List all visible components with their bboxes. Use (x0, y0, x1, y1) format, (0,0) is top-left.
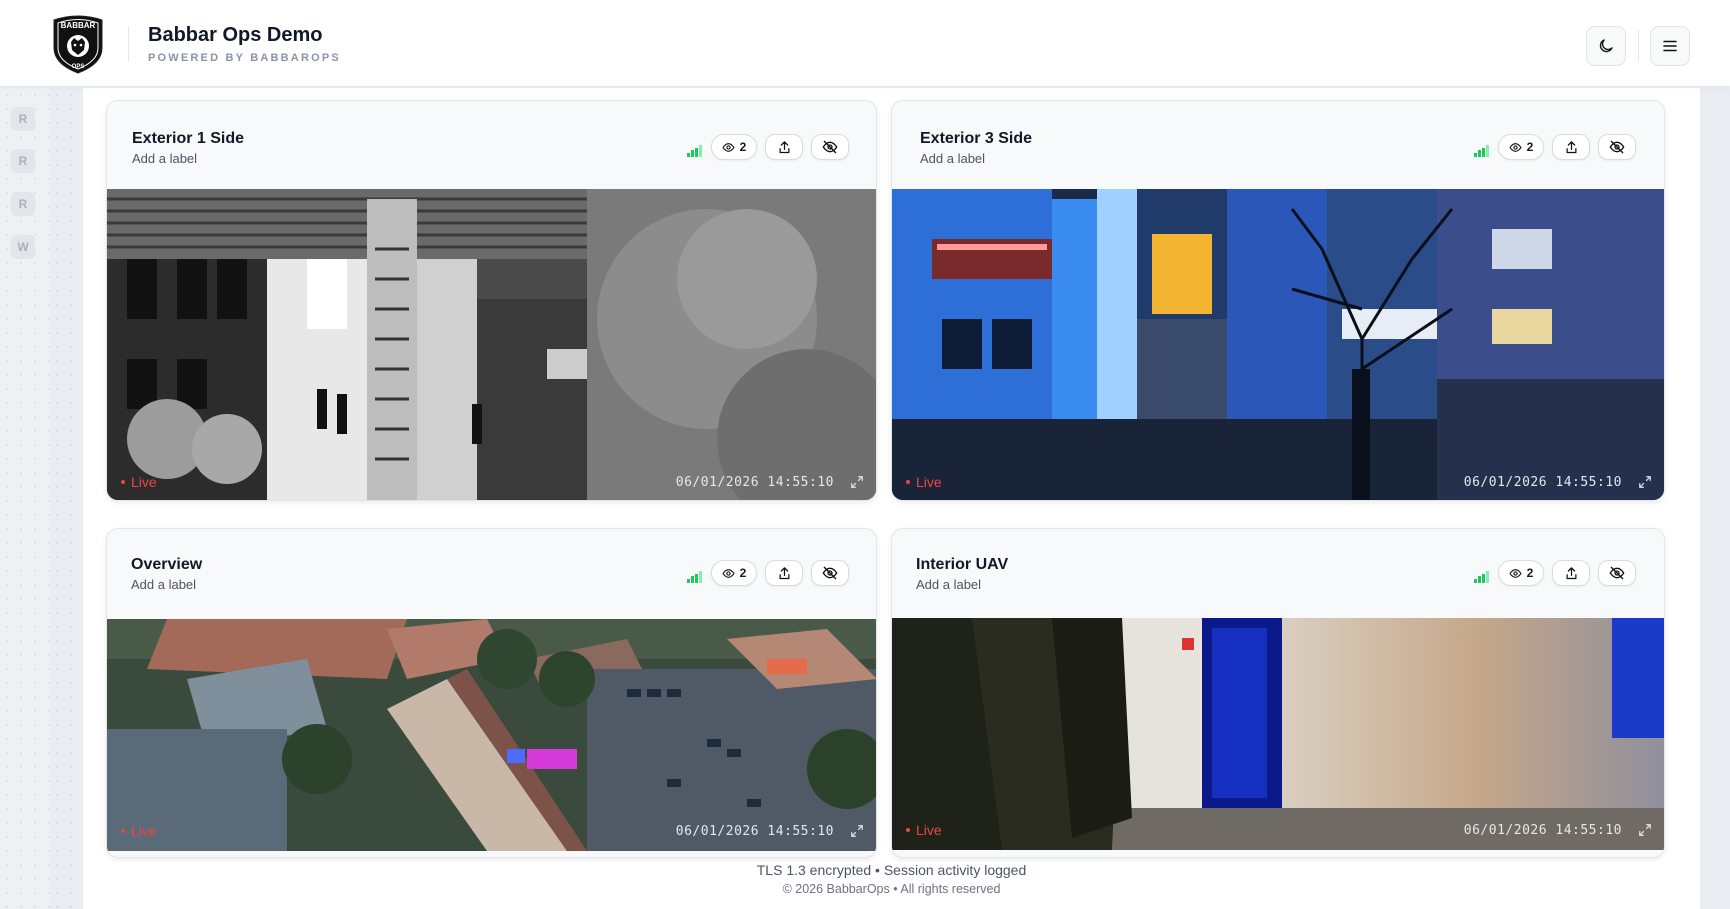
live-dot-icon (906, 480, 910, 484)
feed-label[interactable]: Add a label (920, 151, 985, 166)
eye-off-icon (822, 140, 838, 154)
night-building-scene-image (892, 189, 1664, 500)
share-button[interactable] (1552, 560, 1590, 586)
eye-icon (722, 568, 735, 578)
feed-label[interactable]: Add a label (131, 577, 196, 592)
left-rail: R R R W (0, 88, 50, 909)
eye-off-icon (1609, 140, 1625, 154)
viewers-count-button[interactable]: 2 (1498, 560, 1544, 586)
viewers-count-button[interactable]: 2 (711, 134, 757, 160)
feed-label[interactable]: Add a label (132, 151, 197, 166)
share-button[interactable] (765, 134, 803, 160)
share-button[interactable] (1552, 134, 1590, 160)
signal-strength-icon (1474, 571, 1489, 583)
signal-strength-icon (687, 145, 702, 157)
feed-card-header: Exterior 3 Side Add a label 2 (892, 101, 1664, 189)
feed-label[interactable]: Add a label (916, 577, 981, 592)
interior-scene-image (892, 618, 1664, 850)
aerial-scene-image (107, 619, 876, 851)
feed-timestamp: 06/01/2026 14:55:10 (1463, 475, 1622, 490)
feed-grid: Exterior 1 Side Add a label 2 Live 06/01… (83, 88, 1700, 909)
eye-off-icon (1609, 566, 1625, 580)
svg-text:OPS: OPS (72, 64, 85, 70)
signal-strength-icon (687, 571, 702, 583)
share-icon (779, 140, 789, 153)
eye-icon (1509, 142, 1522, 152)
babbar-ops-logo[interactable]: BABBAR OPS (50, 14, 106, 74)
feed-card-exterior-3: Exterior 3 Side Add a label 2 Live 06/01… (891, 100, 1665, 501)
eye-icon (722, 142, 735, 152)
hide-feed-button[interactable] (811, 560, 849, 586)
viewers-count-button[interactable]: 2 (1498, 134, 1544, 160)
svg-text:BABBAR: BABBAR (61, 21, 96, 30)
rail-item-r2[interactable]: R (11, 149, 35, 173)
feed-card-overview: Overview Add a label 2 Live 06/01/2026 1… (106, 528, 877, 858)
feed-timestamp: 06/01/2026 14:55:10 (675, 475, 834, 490)
share-icon (1566, 140, 1576, 153)
feed-title: Interior UAV (916, 556, 1009, 573)
viewers-count: 2 (739, 140, 747, 154)
feed-card-exterior-1: Exterior 1 Side Add a label 2 Live 06/01… (106, 100, 877, 501)
live-text: Live (916, 474, 942, 490)
live-dot-icon (906, 828, 910, 832)
hamburger-icon (1663, 40, 1677, 52)
rail-item-r1[interactable]: R (11, 107, 35, 131)
share-icon (1566, 566, 1576, 579)
copyright-notice: © 2026 BabbarOps • All rights reserved (782, 882, 1001, 896)
live-text: Live (916, 822, 942, 838)
live-indicator: Live (906, 474, 942, 490)
viewers-count: 2 (1526, 566, 1534, 580)
expand-icon[interactable] (1638, 475, 1652, 489)
theme-toggle-button[interactable] (1586, 26, 1626, 66)
live-indicator: Live (121, 823, 157, 839)
hide-feed-button[interactable] (1598, 134, 1636, 160)
live-dot-icon (121, 480, 125, 484)
share-icon (779, 566, 789, 579)
eye-off-icon (822, 566, 838, 580)
right-gutter (1700, 88, 1730, 909)
signal-strength-icon (1474, 145, 1489, 157)
feed-card-header: Interior UAV Add a label 2 (892, 529, 1664, 617)
feed-timestamp: 06/01/2026 14:55:10 (675, 824, 834, 839)
expand-icon[interactable] (850, 824, 864, 838)
brand-title: Babbar Ops Demo (148, 24, 323, 46)
video-feed[interactable]: Live 06/01/2026 14:55:10 (892, 189, 1664, 500)
moon-icon (1599, 39, 1613, 53)
video-feed[interactable]: Live 06/01/2026 14:55:10 (107, 189, 876, 500)
rail-item-w[interactable]: W (11, 235, 35, 259)
viewers-count: 2 (1526, 140, 1534, 154)
hide-feed-button[interactable] (811, 134, 849, 160)
share-button[interactable] (765, 560, 803, 586)
header-divider (128, 26, 129, 62)
feed-card-interior-uav: Interior UAV Add a label 2 Live 06/01/20… (891, 528, 1665, 858)
menu-button[interactable] (1650, 26, 1690, 66)
expand-icon[interactable] (1638, 823, 1652, 837)
expand-icon[interactable] (850, 475, 864, 489)
header-separator (1638, 30, 1639, 62)
feed-title: Exterior 3 Side (920, 130, 1033, 147)
feed-timestamp: 06/01/2026 14:55:10 (1463, 823, 1622, 838)
feed-card-header: Overview Add a label 2 (107, 529, 876, 617)
feed-title: Overview (131, 556, 203, 573)
security-notice: TLS 1.3 encrypted • Session activity log… (756, 862, 1027, 878)
feed-title: Exterior 1 Side (132, 130, 245, 147)
video-feed[interactable]: Live 06/01/2026 14:55:10 (107, 619, 876, 851)
hide-feed-button[interactable] (1598, 560, 1636, 586)
live-indicator: Live (906, 822, 942, 838)
app-header: BABBAR OPS Babbar Ops Demo POWERED BY BA… (0, 0, 1730, 87)
live-text: Live (131, 474, 157, 490)
rail-item-r3[interactable]: R (11, 192, 35, 216)
feed-card-header: Exterior 1 Side Add a label 2 (107, 101, 876, 189)
rail-gutter (50, 88, 83, 909)
video-feed[interactable]: Live 06/01/2026 14:55:10 (892, 618, 1664, 850)
thermal-scene-image (107, 189, 876, 500)
live-dot-icon (121, 829, 125, 833)
live-indicator: Live (121, 474, 157, 490)
eye-icon (1509, 568, 1522, 578)
viewers-count: 2 (739, 566, 747, 580)
brand-subtitle: POWERED BY BABBAROPS (148, 52, 341, 64)
viewers-count-button[interactable]: 2 (711, 560, 757, 586)
live-text: Live (131, 823, 157, 839)
